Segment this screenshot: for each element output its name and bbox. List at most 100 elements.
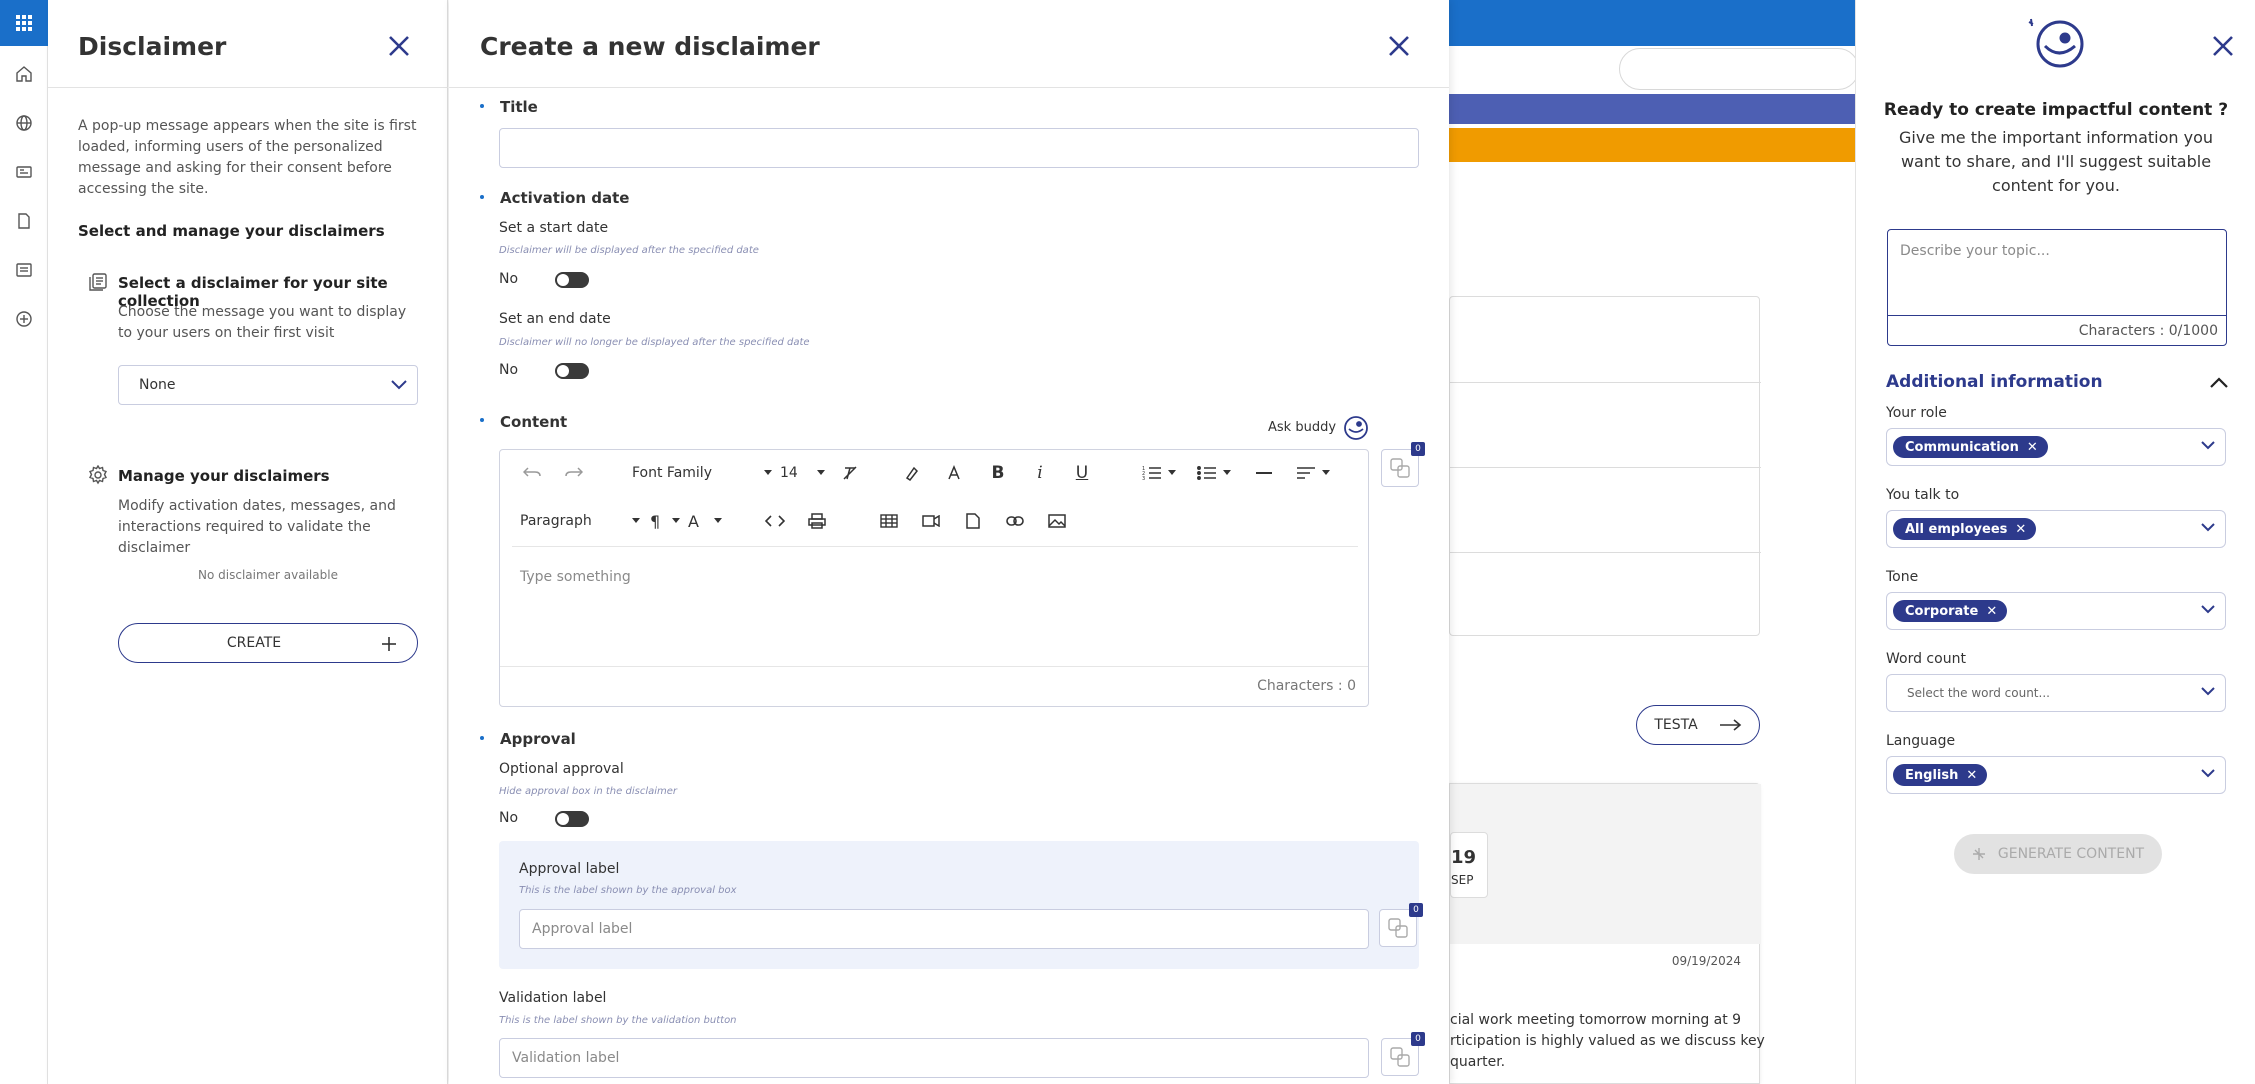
translation-count-badge: 0 xyxy=(1411,442,1425,456)
buddy-genie-icon[interactable] xyxy=(1341,413,1369,441)
close-icon[interactable] xyxy=(1387,34,1413,60)
paragraph-select[interactable]: Paragraph xyxy=(520,509,640,533)
caret-down-icon xyxy=(764,470,772,475)
translate-icon xyxy=(1390,458,1410,478)
disclaimer-panel: Disclaimer A pop-up message appears when… xyxy=(48,0,448,1084)
approval-label-input[interactable]: Approval label xyxy=(519,909,1369,949)
post-snippet: cial work meeting tomorrow morning at 9 … xyxy=(1450,1012,1765,1070)
caret-down-icon xyxy=(817,470,825,475)
highlight-icon[interactable] xyxy=(900,461,924,485)
chevron-up-icon[interactable] xyxy=(2210,377,2228,388)
title-input[interactable] xyxy=(499,128,1419,168)
chevron-down-icon xyxy=(2201,769,2215,778)
validation-label: Validation label xyxy=(499,990,607,1006)
role-select[interactable]: Communication ✕ xyxy=(1886,428,2226,466)
section-heading: Select and manage your disclaimers xyxy=(78,222,385,240)
horizontal-rule-icon[interactable] xyxy=(1252,461,1276,485)
ask-buddy-label[interactable]: Ask buddy xyxy=(1268,420,1336,435)
ordered-list-icon[interactable]: 123 xyxy=(1142,461,1176,485)
optional-approval-hint: Hide approval box in the disclaimer xyxy=(499,786,678,797)
remove-chip-icon[interactable]: ✕ xyxy=(2027,440,2038,455)
italic-icon[interactable]: i xyxy=(1028,461,1052,485)
file-icon[interactable] xyxy=(960,509,986,533)
ai-assistant-panel: Ready to create impactful content ? Give… xyxy=(1855,0,2255,1084)
redo-icon[interactable] xyxy=(562,461,586,485)
align-icon[interactable] xyxy=(1296,461,1330,485)
disclaimer-dropdown[interactable]: None xyxy=(118,365,418,405)
language-chip: English ✕ xyxy=(1893,764,1988,786)
plus-icon xyxy=(382,637,396,651)
translate-icon xyxy=(1388,918,1408,938)
video-icon[interactable] xyxy=(918,509,944,533)
tone-select[interactable]: Corporate ✕ xyxy=(1886,592,2226,630)
word-count-select[interactable]: Select the word count... xyxy=(1886,674,2226,712)
topic-char-count: Characters : 0/1000 xyxy=(2078,323,2218,339)
talk-to-label: You talk to xyxy=(1886,487,1960,503)
svg-text:3: 3 xyxy=(1142,476,1145,480)
talk-to-select[interactable]: All employees ✕ xyxy=(1886,510,2226,548)
orange-banner xyxy=(1449,128,1855,162)
document-icon[interactable] xyxy=(12,209,36,233)
home-icon[interactable] xyxy=(12,62,36,86)
post-card[interactable]: 19 SEP 09/19/2024 cial work meeting tomo… xyxy=(1449,783,1765,1084)
bold-icon[interactable]: B xyxy=(986,461,1010,485)
font-color-icon[interactable] xyxy=(942,461,966,485)
ai-subtitle: Give me the important information you wa… xyxy=(1898,128,2214,195)
caret-down-icon xyxy=(632,518,640,523)
text-style-icon[interactable]: A xyxy=(688,509,722,533)
close-icon[interactable] xyxy=(387,34,413,60)
news-icon[interactable] xyxy=(12,160,36,184)
indigo-banner xyxy=(1449,94,1855,124)
optional-approval-toggle[interactable] xyxy=(555,811,589,827)
search-input[interactable] xyxy=(1619,48,1855,90)
validation-label-input[interactable]: Validation label xyxy=(499,1038,1369,1078)
start-date-hint: Disclaimer will be displayed after the s… xyxy=(499,245,759,256)
end-date-toggle[interactable] xyxy=(555,363,589,379)
paragraph-format-icon[interactable]: ¶ xyxy=(650,509,680,533)
word-count-label: Word count xyxy=(1886,651,1966,667)
globe-icon[interactable] xyxy=(12,111,36,135)
chevron-down-icon xyxy=(2201,687,2215,696)
testa-button[interactable]: TESTA xyxy=(1636,705,1760,745)
talk-to-chip: All employees ✕ xyxy=(1893,518,2037,540)
remove-chip-icon[interactable]: ✕ xyxy=(1966,768,1977,783)
print-icon[interactable] xyxy=(804,509,830,533)
topic-textarea[interactable]: Describe your topic... Characters : 0/10… xyxy=(1887,229,2227,346)
link-icon[interactable] xyxy=(1002,509,1028,533)
approval-box-hint: This is the label shown by the approval … xyxy=(519,885,737,896)
list-card xyxy=(1449,296,1761,636)
editor-char-count: Characters : 0 xyxy=(1257,678,1356,694)
post-date: 09/19/2024 xyxy=(1671,954,1741,968)
font-family-select[interactable]: Font Family xyxy=(632,461,772,485)
translation-count-badge: 0 xyxy=(1411,1032,1425,1046)
editor-body[interactable]: Type something xyxy=(520,569,631,585)
list-icon[interactable] xyxy=(12,258,36,282)
undo-icon[interactable] xyxy=(520,461,544,485)
start-date-toggle[interactable] xyxy=(555,272,589,288)
add-circle-icon[interactable] xyxy=(12,307,36,331)
generate-content-button[interactable]: GENERATE CONTENT xyxy=(1954,834,2162,874)
image-icon[interactable] xyxy=(1044,509,1070,533)
clear-format-icon[interactable] xyxy=(838,461,862,485)
translation-count-badge: 0 xyxy=(1409,903,1423,917)
underline-icon[interactable]: U xyxy=(1070,461,1094,485)
additional-info-title[interactable]: Additional information xyxy=(1886,372,2103,392)
remove-chip-icon[interactable]: ✕ xyxy=(1986,604,1997,619)
font-size-select[interactable]: 14 xyxy=(780,461,825,485)
end-date-hint: Disclaimer will no longer be displayed a… xyxy=(499,337,810,348)
language-select[interactable]: English ✕ xyxy=(1886,756,2226,794)
tone-chip: Corporate ✕ xyxy=(1893,600,2008,622)
background-page: TESTA 19 SEP 09/19/2024 cial work meetin… xyxy=(1449,0,1855,1084)
manage-desc: Modify activation dates, messages, and i… xyxy=(118,498,396,556)
bullet-list-icon[interactable] xyxy=(1197,461,1231,485)
table-icon[interactable] xyxy=(876,509,902,533)
chevron-down-icon xyxy=(2201,605,2215,614)
remove-chip-icon[interactable]: ✕ xyxy=(2015,522,2026,537)
genie-lamp-icon xyxy=(2025,16,2087,72)
create-button[interactable]: CREATE xyxy=(118,623,418,663)
optional-approval-value: No xyxy=(499,810,519,826)
apps-grid-icon[interactable] xyxy=(0,0,48,46)
translate-icon xyxy=(1390,1047,1410,1067)
code-icon[interactable] xyxy=(762,509,788,533)
close-icon[interactable] xyxy=(2211,34,2237,60)
